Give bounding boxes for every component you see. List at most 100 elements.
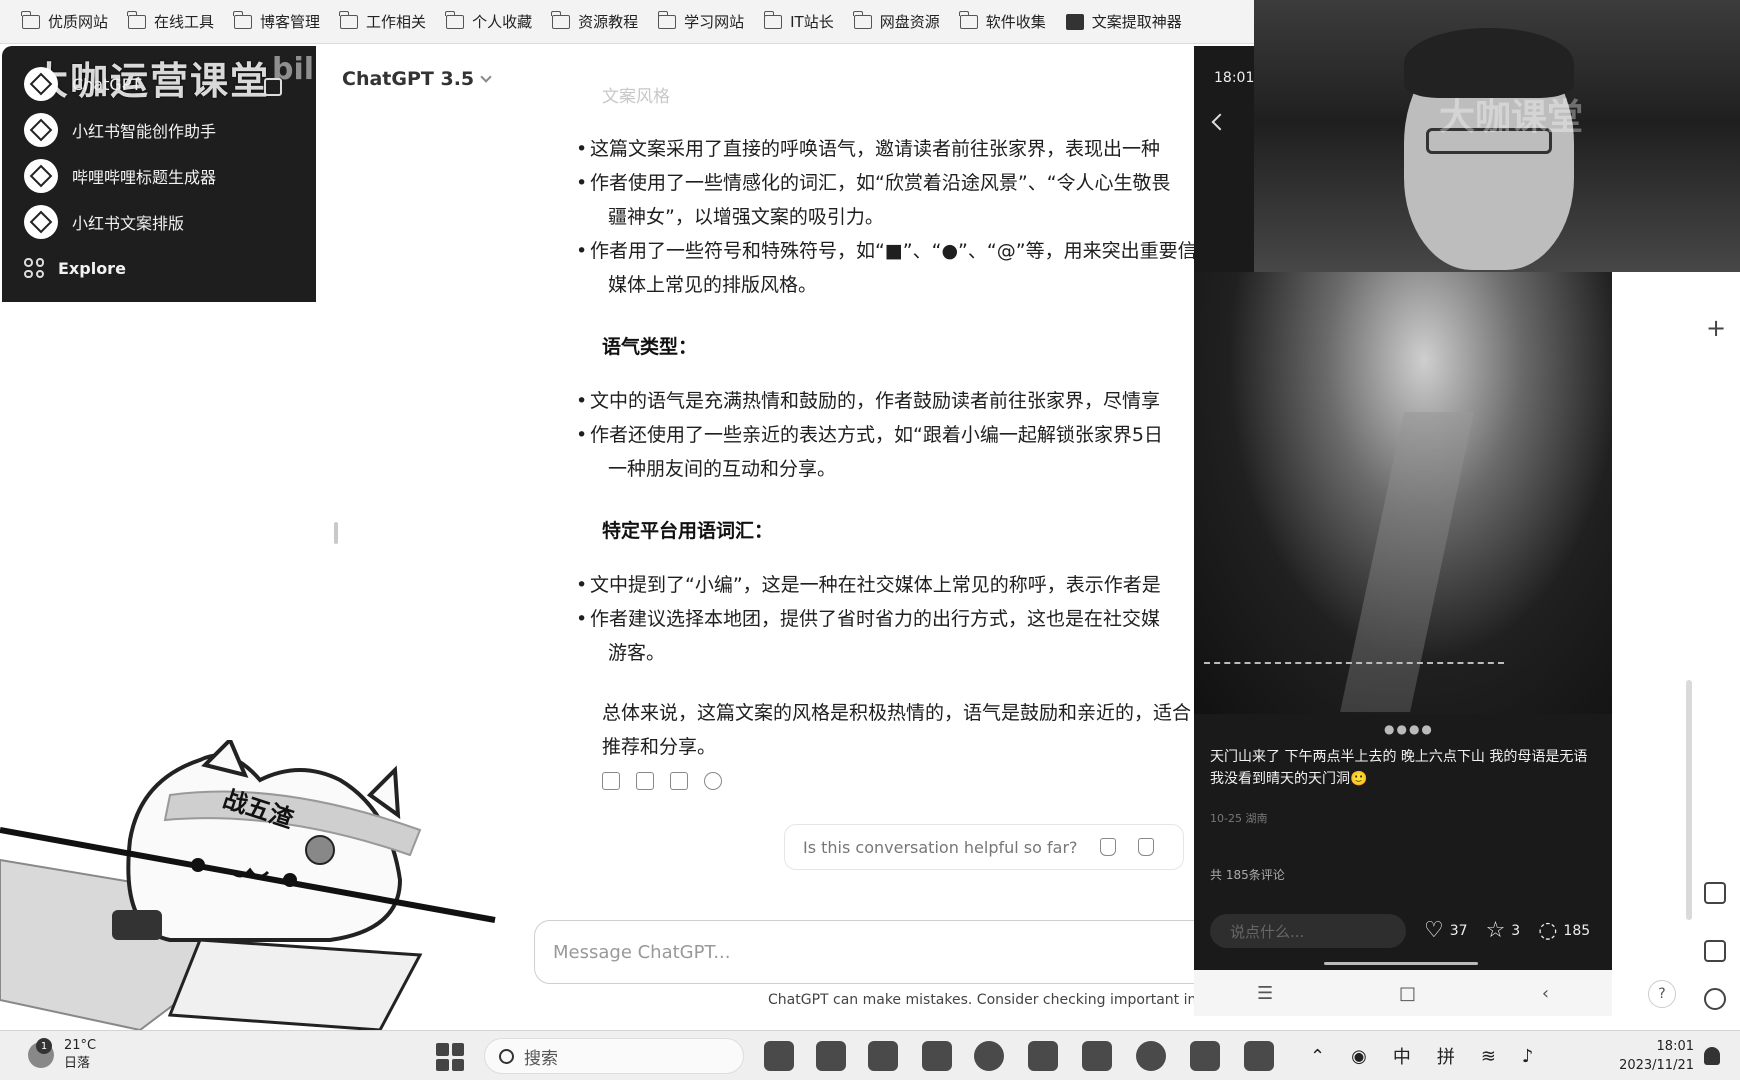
- app-icon-store[interactable]: [1028, 1041, 1058, 1071]
- star-button[interactable]: ☆ 3: [1486, 920, 1521, 942]
- thumbs-down-icon[interactable]: [1137, 838, 1154, 856]
- weather-desc: 日落: [64, 1056, 91, 1071]
- app-icon-teams[interactable]: [868, 1041, 898, 1071]
- clock-date: 2023/11/21: [1619, 1058, 1694, 1073]
- regenerate-icon[interactable]: [704, 772, 722, 790]
- clock-time: 18:01: [1656, 1039, 1694, 1054]
- folder-icon: [657, 10, 677, 29]
- sidebar-item-xhs-layout[interactable]: 小红书文案排版: [24, 202, 184, 242]
- cat-body: [126, 753, 403, 942]
- thumbs-up-icon[interactable]: [636, 772, 654, 790]
- folder-icon: [339, 10, 359, 29]
- app-icon-notes[interactable]: [816, 1041, 846, 1071]
- style-bullet-cont: 媒体上常见的排版风格。: [608, 274, 818, 296]
- screenshot-icon[interactable]: [1704, 882, 1726, 904]
- app-icon-edge[interactable]: [974, 1041, 1004, 1071]
- sidebar-toggle-icon[interactable]: [1704, 940, 1726, 962]
- back-chevron-icon[interactable]: ‹: [1542, 983, 1549, 1004]
- weather-icon: 1: [28, 1038, 54, 1068]
- help-button[interactable]: ?: [1648, 980, 1676, 1008]
- system-clock[interactable]: 18:01 2023/11/21: [1614, 1037, 1694, 1075]
- ime-mode[interactable]: 中: [1393, 1043, 1411, 1069]
- message-input[interactable]: Message ChatGPT...: [534, 920, 1234, 984]
- bookmark-item[interactable]: 资源教程: [542, 7, 648, 37]
- cat-paw: [305, 835, 335, 865]
- mic-icon[interactable]: ◉: [1351, 1046, 1367, 1067]
- app-icon-chrome[interactable]: [1136, 1041, 1166, 1071]
- model-selector[interactable]: ChatGPT 3.5: [342, 68, 492, 90]
- home-square-icon[interactable]: □: [1399, 983, 1416, 1004]
- chevron-up-icon[interactable]: ⌃: [1310, 1046, 1325, 1067]
- comment-count: 共 185条评论: [1210, 868, 1285, 882]
- bookmark-item[interactable]: 优质网站: [12, 7, 118, 37]
- plus-icon[interactable]: +: [1706, 314, 1726, 342]
- explore-icon: [24, 258, 44, 278]
- taskbar-search[interactable]: 搜索: [484, 1038, 744, 1074]
- comment-input[interactable]: 说点什么...: [1210, 914, 1406, 948]
- bookmark-item[interactable]: 网盘资源: [844, 7, 950, 37]
- sidebar-item-bilibili-title[interactable]: 哔哩哔哩标题生成器: [24, 156, 216, 196]
- bookmark-item[interactable]: 在线工具: [118, 7, 224, 37]
- like-count: 37: [1449, 923, 1468, 939]
- volume-icon[interactable]: ♪: [1522, 1046, 1534, 1067]
- style-bullet-cont: 疆神女”，以增强文案的吸引力。: [608, 206, 884, 228]
- sidebar-item-label: Explore: [58, 258, 126, 278]
- bookmark-item[interactable]: 软件收集: [950, 7, 1056, 37]
- bookmark-item[interactable]: 个人收藏: [436, 7, 542, 37]
- webcam-watermark: 大咖课堂: [1439, 97, 1584, 138]
- comment-bubble-icon: ◌: [1538, 918, 1558, 943]
- bookmark-label: 在线工具: [154, 13, 215, 31]
- copy-icon[interactable]: [602, 772, 620, 790]
- gpt-icon: [24, 205, 58, 239]
- folder-icon: [959, 10, 978, 29]
- sidebar: 大咖运营课堂 bilibili ChatGPT 小红书智能创作助手 哔哩哔哩标题…: [2, 46, 377, 302]
- app-icon-ppt[interactable]: [764, 1041, 794, 1071]
- weather-widget[interactable]: 1 21°C 日落: [28, 1037, 96, 1073]
- sidebar-item-chatgpt[interactable]: ChatGPT: [24, 64, 141, 104]
- app-icon-notepad[interactable]: [1082, 1041, 1112, 1071]
- section-heading-platform: 特定平台用语词汇：: [602, 520, 774, 542]
- photo-rail-shape: [1204, 662, 1504, 682]
- home-indicator: [1324, 962, 1478, 965]
- post-photo[interactable]: [1194, 272, 1612, 714]
- comment-button[interactable]: ◌ 185: [1538, 920, 1590, 942]
- start-icon[interactable]: [436, 1043, 464, 1071]
- app-icon-explorer[interactable]: [922, 1041, 952, 1071]
- gear-icon[interactable]: [1704, 988, 1726, 1010]
- app-icon-phone[interactable]: [1190, 1041, 1220, 1071]
- folder-icon: [551, 10, 571, 29]
- sidebar-resize-handle[interactable]: [334, 522, 338, 544]
- sidebar-item-label: ChatGPT: [72, 74, 142, 94]
- menu-icon[interactable]: ☰: [1257, 983, 1273, 1004]
- comments-count: 185: [1563, 923, 1591, 939]
- model-name: ChatGPT 3.5: [342, 68, 475, 90]
- wifi-icon[interactable]: ≋: [1481, 1046, 1496, 1067]
- style-bullet: 作者用了一些符号和特殊符号，如“■”、“●”、“@”等，用来突出重要信: [576, 234, 1197, 268]
- sidebar-item-xhs-assistant[interactable]: 小红书智能创作助手: [24, 110, 216, 150]
- gpt-icon: [24, 113, 58, 147]
- sidebar-item-explore[interactable]: Explore: [14, 248, 126, 288]
- app-icon-editor[interactable]: [1244, 1041, 1274, 1071]
- chatgpt-logo-icon: [24, 67, 58, 101]
- star-count: 3: [1511, 923, 1521, 939]
- thumbs-up-icon[interactable]: [1099, 838, 1116, 856]
- bookmark-item[interactable]: 文案提取神器: [1056, 7, 1192, 37]
- new-chat-icon[interactable]: [264, 78, 282, 96]
- heart-icon: ♡: [1424, 918, 1444, 943]
- tool-icon: [1065, 13, 1084, 30]
- like-button[interactable]: ♡ 37: [1424, 920, 1468, 942]
- bookmark-item[interactable]: IT站长: [754, 7, 844, 37]
- bookmark-item[interactable]: 学习网站: [648, 7, 754, 37]
- cat-sticker: 战五渣: [0, 740, 496, 1030]
- bookmark-item[interactable]: 工作相关: [330, 7, 436, 37]
- ime-pinyin[interactable]: 拼: [1437, 1043, 1455, 1069]
- star-icon: ☆: [1485, 918, 1506, 943]
- comment-placeholder: 说点什么...: [1230, 922, 1305, 941]
- phone-action-bar: 说点什么... ♡ 37 ☆ 3 ◌ 185: [1194, 906, 1612, 956]
- bookmark-item[interactable]: 博客管理: [224, 7, 330, 37]
- scrollbar[interactable]: [1686, 680, 1692, 920]
- folder-icon: [127, 10, 147, 29]
- notification-bell-icon[interactable]: [1704, 1047, 1720, 1065]
- thumbs-down-icon[interactable]: [670, 772, 688, 790]
- phone-nav-bar: ☰ □ ‹: [1194, 970, 1612, 1016]
